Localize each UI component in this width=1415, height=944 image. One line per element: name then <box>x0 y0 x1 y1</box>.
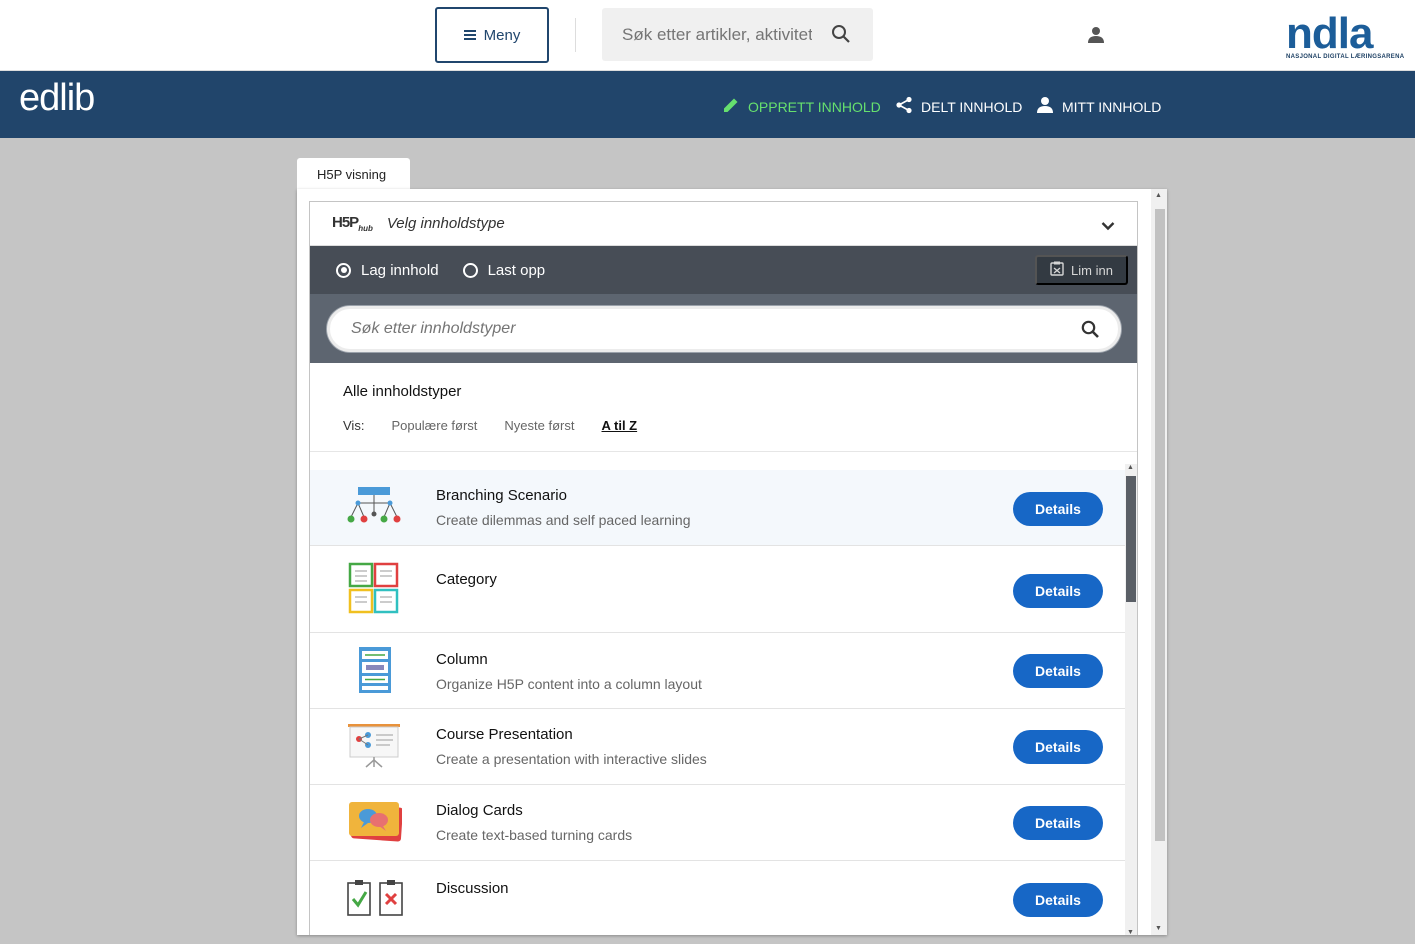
sort-newest[interactable]: Nyeste først <box>504 418 574 433</box>
person-icon <box>1036 96 1054 117</box>
pencil-icon <box>722 96 740 117</box>
site-search <box>602 8 873 61</box>
scroll-up-icon[interactable]: ▲ <box>1155 192 1162 199</box>
hub-header[interactable]: H5Phub Velg innholdstype <box>310 202 1137 246</box>
scroll-down-icon[interactable]: ▼ <box>1155 925 1162 932</box>
edlib-logo[interactable]: edlib <box>19 77 95 120</box>
nav-mine-label: MITT INNHOLD <box>1062 98 1162 115</box>
content-type-name: Course Presentation <box>436 726 573 743</box>
ndla-topbar: Meny ndla NASJONAL DIGITAL LÆRINGSARENA <box>0 0 1415 71</box>
list-item[interactable]: Category Details <box>310 546 1125 633</box>
search-icon[interactable] <box>831 24 851 49</box>
content-type-list: Branching Scenario Create dilemmas and s… <box>310 470 1125 935</box>
sort-options: Vis: Populære først Nyeste først A til Z <box>343 418 1137 433</box>
content-type-name: Discussion <box>436 880 509 897</box>
hamburger-icon <box>463 28 476 42</box>
sort-a-to-z[interactable]: A til Z <box>602 418 638 433</box>
list-item[interactable]: Branching Scenario Create dilemmas and s… <box>310 470 1125 546</box>
radio-create-content[interactable]: Lag innhold <box>336 262 439 279</box>
details-button[interactable]: Details <box>1013 883 1103 917</box>
details-button[interactable]: Details <box>1013 574 1103 608</box>
ndla-logo[interactable]: ndla NASJONAL DIGITAL LÆRINGSARENA <box>1286 9 1408 62</box>
panel-scrollbar[interactable]: ▲ ▼ <box>1151 189 1167 935</box>
content-type-name: Category <box>436 571 497 588</box>
site-search-input[interactable] <box>622 24 812 45</box>
content-type-name: Dialog Cards <box>436 802 523 819</box>
nav-create-content[interactable]: OPPRETT INNHOLD <box>722 96 881 117</box>
details-button[interactable]: Details <box>1013 806 1103 840</box>
share-icon <box>895 96 913 117</box>
content-type-desc: Organize H5P content into a column layou… <box>436 676 702 692</box>
nav-shared-label: DELT INNHOLD <box>921 98 1023 115</box>
hub-mode-tabs: Lag innhold Last opp Lim inn <box>310 246 1137 294</box>
paste-label: Lim inn <box>1071 262 1113 278</box>
list-item[interactable]: Course Presentation Create a presentatio… <box>310 709 1125 785</box>
divider <box>575 18 576 52</box>
course-presentation-icon <box>346 722 402 775</box>
list-scroll-thumb[interactable] <box>1126 476 1136 602</box>
user-icon[interactable] <box>1087 26 1105 49</box>
hub-title: Velg innholdstype <box>386 215 505 232</box>
clipboard-icon <box>1050 261 1064 279</box>
branching-scenario-icon <box>346 485 402 530</box>
discussion-icon <box>346 879 404 922</box>
radio-selected-icon <box>336 262 351 278</box>
sort-label: Vis: <box>343 418 365 433</box>
h5p-hub: H5Phub Velg innholdstype Lag innhold Las… <box>309 201 1138 935</box>
tab-h5p-view[interactable]: H5P visning <box>297 158 410 190</box>
radio-upload-label: Last opp <box>487 261 546 279</box>
dialog-cards-icon <box>346 798 403 849</box>
hub-search-area <box>310 294 1137 363</box>
nav-my-content[interactable]: MITT INNHOLD <box>1036 96 1161 117</box>
column-icon <box>346 646 402 699</box>
scroll-down-icon[interactable]: ▼ <box>1127 929 1134 935</box>
nav-create-label: OPPRETT INNHOLD <box>748 98 881 115</box>
content-type-name: Branching Scenario <box>436 487 567 504</box>
all-types-heading: Alle innholdstyper <box>343 383 462 400</box>
content-type-search <box>327 306 1121 352</box>
list-scrollbar[interactable]: ▲ ▼ <box>1125 464 1137 935</box>
details-button[interactable]: Details <box>1013 492 1103 526</box>
menu-button[interactable]: Meny <box>435 7 549 63</box>
h5p-panel: H5Phub Velg innholdstype Lag innhold Las… <box>297 189 1167 935</box>
filter-area: Alle innholdstyper Vis: Populære først N… <box>310 363 1137 452</box>
panel-scroll-thumb[interactable] <box>1155 209 1165 841</box>
list-item[interactable]: Discussion Details <box>310 861 1125 935</box>
content-type-desc: Create dilemmas and self paced learning <box>436 512 691 528</box>
content-type-desc: Create a presentation with interactive s… <box>436 751 707 767</box>
sort-popular[interactable]: Populære først <box>391 418 477 433</box>
radio-upload[interactable]: Last opp <box>462 261 546 279</box>
ndla-logo-text: ndla <box>1286 9 1373 58</box>
details-button[interactable]: Details <box>1013 654 1103 688</box>
category-icon <box>346 562 400 621</box>
menu-label: Meny <box>483 26 521 44</box>
content-type-name: Column <box>436 651 488 668</box>
chevron-down-icon[interactable] <box>1101 218 1115 236</box>
list-item[interactable]: Dialog Cards Create text-based turning c… <box>310 785 1125 861</box>
radio-unselected-icon <box>462 262 478 278</box>
nav-shared-content[interactable]: DELT INNHOLD <box>895 96 1022 117</box>
radio-create-label: Lag innhold <box>361 261 439 279</box>
edlib-header: edlib OPPRETT INNHOLD DELT INNHOLD MITT … <box>0 71 1415 138</box>
list-item[interactable]: Column Organize H5P content into a colum… <box>310 633 1125 709</box>
details-button[interactable]: Details <box>1013 730 1103 764</box>
ndla-logo-subtitle: NASJONAL DIGITAL LÆRINGSARENA <box>1286 54 1405 60</box>
h5p-hub-logo: H5Phub <box>332 214 373 233</box>
paste-button[interactable]: Lim inn <box>1035 255 1128 285</box>
content-type-desc: Create text-based turning cards <box>436 827 633 843</box>
scroll-up-icon[interactable]: ▲ <box>1127 464 1134 471</box>
content-type-search-input[interactable] <box>351 320 1051 338</box>
search-icon[interactable] <box>1081 320 1100 344</box>
